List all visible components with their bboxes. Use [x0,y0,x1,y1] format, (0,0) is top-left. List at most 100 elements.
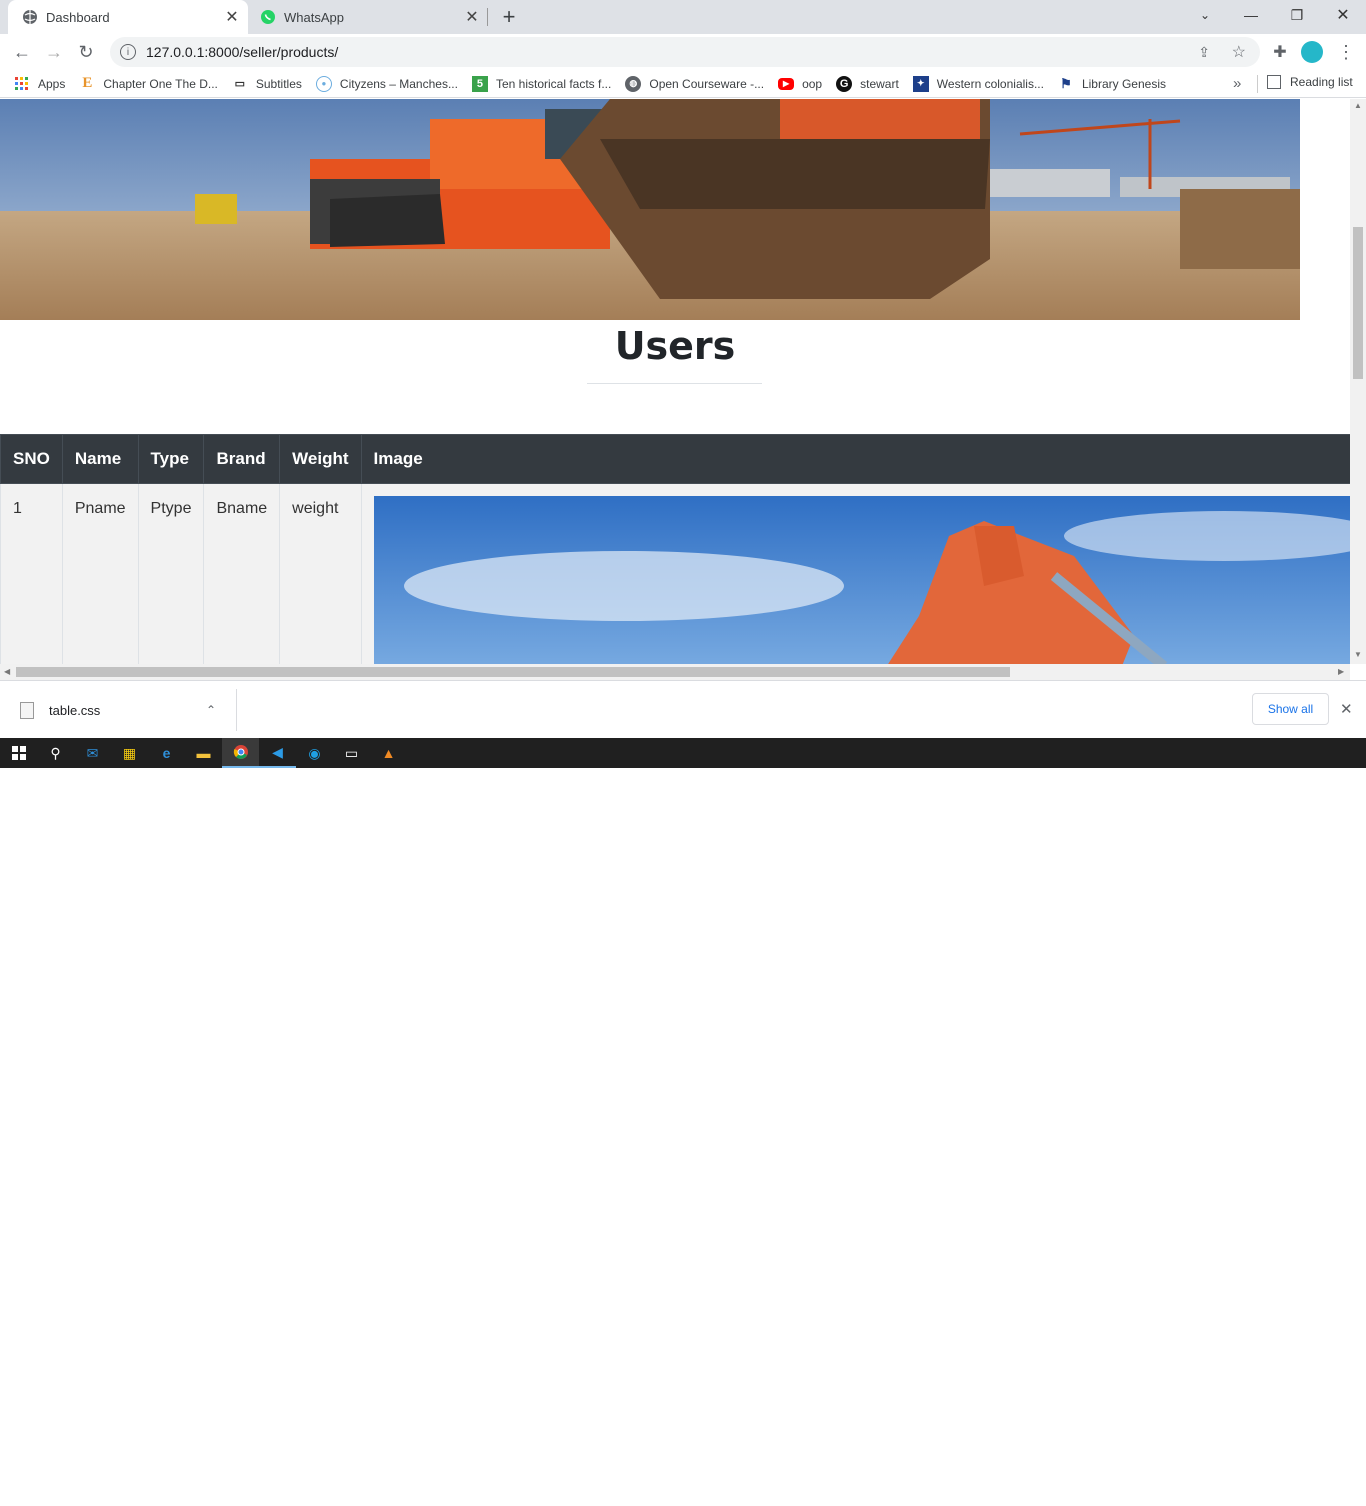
download-item[interactable]: table.css ⌃ [8,689,236,731]
windows-taskbar: ⚲ ✉ ▦ e ▬ ◀ ◉ ▭ ▲ ⌃ ▭ ♪ ◠ 10:48 PM ▤ [0,738,1366,1498]
bookmark-cityzens[interactable]: ● Cityzens – Manches... [315,75,458,92]
chevron-up-icon[interactable]: ⌃ [206,703,216,717]
crest-icon: ✦ [912,75,929,92]
e-letter-icon: E [82,75,93,91]
close-downloads-icon[interactable]: ✕ [1340,700,1353,718]
whatsapp-icon [261,10,275,24]
column-header-weight: Weight [279,434,362,484]
five-icon: 5 [471,75,488,92]
tab-search-button[interactable]: ⌄ [1182,0,1228,30]
battery-icon[interactable]: ▭ [1182,1484,1193,1498]
reading-list-icon [1267,75,1281,89]
close-window-button[interactable]: ✕ [1320,0,1366,30]
tray-chevron-icon[interactable]: ⌃ [1160,1484,1170,1498]
bookmark-library-genesis[interactable]: ⚑ Library Genesis [1058,76,1166,92]
vlc-icon[interactable]: ▲ [370,738,407,768]
horizontal-scroll-thumb[interactable] [16,667,1010,677]
downloads-divider [236,689,237,731]
bookmark-label: Subtitles [255,76,302,91]
column-header-brand: Brand [203,434,281,484]
edge-icon[interactable]: e [148,738,185,768]
wifi-icon[interactable]: ◠ [1223,1484,1233,1498]
cell-name: Pname [61,483,139,664]
menu-icon[interactable]: ⋮ [1332,38,1360,66]
bookmarks-overflow-button[interactable]: » [1233,75,1241,92]
bookmark-stewart[interactable]: G stewart [836,75,899,92]
browser-toolbar: ← → ↻ i 127.0.0.1:8000/seller/products/ … [0,34,1366,70]
close-tab-icon[interactable]: ✕ [222,7,242,27]
site-info-icon[interactable]: i [120,44,136,60]
bookmark-label: Cityzens – Manches... [339,76,458,91]
forward-icon[interactable]: → [40,38,68,66]
mail-icon[interactable]: ✉ [74,738,111,768]
apps-grid-icon [14,76,30,92]
extensions-icon[interactable]: ✚ [1266,38,1294,66]
bookmark-chapter-one[interactable]: E Chapter One The D... [79,75,218,92]
bookmarks-separator [1257,75,1258,93]
reload-icon[interactable]: ↻ [72,38,100,66]
new-tab-button[interactable]: + [498,4,520,30]
table-row: 1 Pname Ptype Bname weight [0,483,1350,664]
scroll-up-icon[interactable]: ▲ [1354,101,1362,110]
product-image [373,496,1350,664]
scroll-down-icon[interactable]: ▼ [1354,650,1362,659]
reading-list-button[interactable]: Reading list [1267,75,1353,89]
profile-avatar[interactable] [1301,41,1323,63]
store-icon[interactable]: ▦ [111,738,148,768]
youtube-icon: ▶ [778,77,795,90]
tab-strip: Dashboard ✕ WhatsApp ✕ + ⌄ — ❐ ✕ [0,0,1366,34]
bookmark-ten-facts[interactable]: 5 Ten historical facts f... [471,75,612,92]
heading-divider [587,383,762,384]
notifications-icon[interactable]: ▤ [1323,1484,1334,1498]
cell-sno: 1 [0,483,63,664]
bookmark-apps[interactable]: Apps [14,76,65,92]
minimize-button[interactable]: — [1228,0,1274,30]
bookmarks-bar: Apps E Chapter One The D... ▭ Subtitles … [0,70,1366,98]
cell-brand: Bname [203,483,281,664]
edge-dev-icon[interactable]: ◉ [296,738,333,768]
search-icon[interactable]: ⚲ [37,738,74,768]
terminal-icon[interactable]: ▭ [333,738,370,768]
vertical-scroll-thumb[interactable] [1353,227,1363,379]
windows-start-icon[interactable] [0,738,37,768]
bookmark-oop[interactable]: ▶ oop [778,77,822,91]
bookmark-star-icon[interactable]: ☆ [1232,42,1246,62]
tab-title: Dashboard [46,9,110,25]
globe-icon [23,10,37,24]
subtitles-icon: ▭ [234,78,246,90]
vscode-icon[interactable]: ◀ [259,738,296,768]
file-explorer-icon[interactable]: ▬ [185,738,222,768]
volume-icon[interactable]: ♪ [1205,1484,1211,1498]
tab-separator [487,8,488,26]
mancity-icon: ● [315,75,332,92]
close-tab-icon[interactable]: ✕ [462,7,482,27]
vertical-scrollbar[interactable]: ▲ ▼ [1350,99,1366,664]
bookmark-label: Ten historical facts f... [495,76,612,91]
column-header-type: Type [137,434,205,484]
column-header-image: Image [360,434,1350,484]
chrome-icon[interactable] [222,738,259,768]
tab-dashboard[interactable]: Dashboard ✕ [8,0,248,34]
bookmark-open-courseware[interactable]: ◍ Open Courseware -... [625,75,764,92]
g-letter-icon: G [836,75,853,92]
back-icon[interactable]: ← [8,38,36,66]
bookmark-western-colonialism[interactable]: ✦ Western colonialis... [912,75,1044,92]
restore-button[interactable]: ❐ [1274,0,1320,30]
url-text: 127.0.0.1:8000/seller/products/ [146,44,339,60]
bookmark-label: Western colonialis... [936,76,1044,91]
download-filename: table.css [49,702,101,718]
bookmark-subtitles[interactable]: ▭ Subtitles [232,76,302,92]
bookmark-label: Apps [38,76,66,91]
globe-icon: ◍ [625,75,642,92]
table-header-row: SNO Name Type Brand Weight Image [0,434,1350,484]
address-bar[interactable]: i 127.0.0.1:8000/seller/products/ ⇪ ☆ [110,37,1260,67]
scroll-right-icon[interactable]: ▶ [1338,667,1344,676]
products-table: SNO Name Type Brand Weight Image 1 Pname… [0,434,1350,664]
tab-whatsapp[interactable]: WhatsApp ✕ [248,0,488,34]
clock-time[interactable]: 10:48 PM [1246,1484,1297,1498]
horizontal-scrollbar[interactable]: ◀ ▶ [0,664,1350,680]
column-header-name: Name [61,434,139,484]
share-icon[interactable]: ⇪ [1198,44,1210,61]
show-all-button[interactable]: Show all [1252,693,1329,725]
scroll-left-icon[interactable]: ◀ [4,667,10,676]
